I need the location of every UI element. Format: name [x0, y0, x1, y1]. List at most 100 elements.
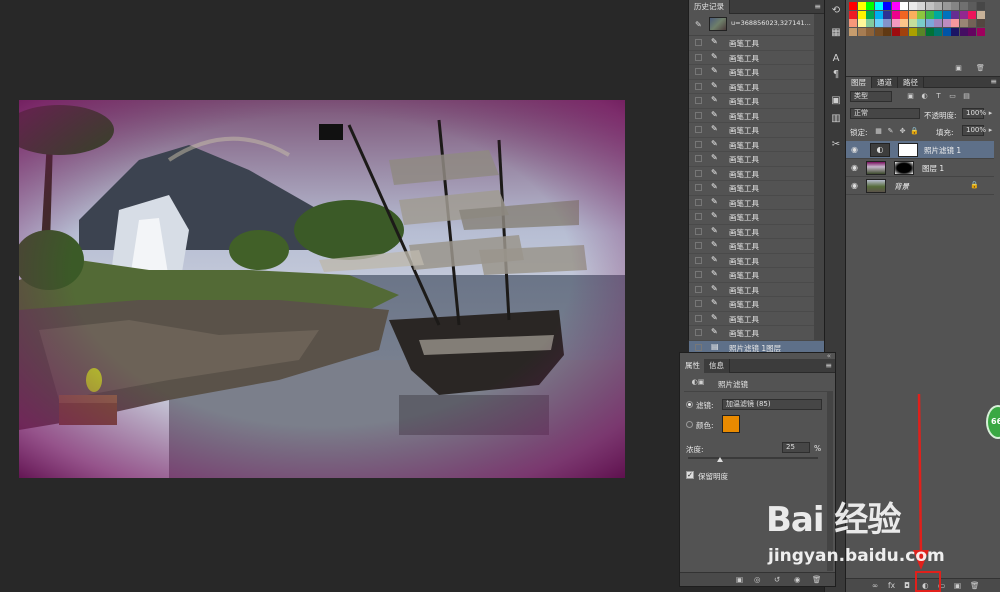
view-previous-icon[interactable]: ◎	[754, 575, 761, 584]
density-slider-thumb[interactable]	[717, 457, 723, 462]
history-item[interactable]: ✎ 画笔工具	[689, 268, 824, 283]
filter-type-icon[interactable]: T	[934, 92, 943, 101]
history-item[interactable]: ✎ 画笔工具	[689, 283, 824, 297]
history-checkbox[interactable]	[695, 227, 702, 235]
tab-channels[interactable]: 通道	[872, 77, 898, 88]
history-item[interactable]: ✎ 画笔工具	[689, 181, 824, 196]
fill-dropdown-icon[interactable]: ▸	[986, 126, 995, 135]
history-item[interactable]: ✎ 画笔工具	[689, 94, 824, 109]
filter-smart-icon[interactable]: ▤	[962, 92, 971, 101]
history-item[interactable]: ✎ 画笔工具	[689, 138, 824, 152]
tab-layers[interactable]: 图层	[846, 77, 872, 88]
tab-info[interactable]: 信息	[704, 359, 730, 373]
navigator-panel-icon[interactable]: ▣	[829, 94, 843, 108]
preserve-checkbox[interactable]: ✓	[686, 471, 694, 479]
properties-scrollbar[interactable]	[827, 391, 833, 571]
history-checkbox[interactable]	[695, 39, 702, 46]
history-snapshot[interactable]: ✎ u=368856023,327141...	[689, 14, 824, 36]
history-panel-icon[interactable]: ⟲	[829, 4, 843, 18]
swatch-grid[interactable]	[849, 2, 985, 36]
filter-adjustment-icon[interactable]: ◐	[920, 92, 929, 101]
history-brush-source-icon[interactable]: ✎	[695, 20, 702, 29]
lock-transparent-icon[interactable]: ▦	[874, 127, 883, 136]
history-checkbox[interactable]	[695, 111, 702, 119]
visibility-eye-icon[interactable]: ◉	[851, 181, 858, 190]
filter-radio[interactable]	[686, 401, 693, 408]
history-checkbox[interactable]	[695, 343, 702, 351]
pirate-ship-photo[interactable]	[19, 100, 625, 478]
history-item[interactable]: ✎ 画笔工具	[689, 225, 824, 239]
lock-position-icon[interactable]: ✥	[898, 127, 907, 136]
new-swatch-icon[interactable]: ▣	[954, 64, 963, 73]
history-item[interactable]: ✎ 画笔工具	[689, 196, 824, 210]
color-radio[interactable]	[686, 421, 693, 428]
history-item[interactable]: ✎ 画笔工具	[689, 239, 824, 254]
history-item[interactable]: ✎ 画笔工具	[689, 65, 824, 80]
visibility-eye-icon[interactable]: ◉	[851, 163, 858, 172]
history-checkbox[interactable]	[695, 242, 702, 249]
character-panel-icon[interactable]: A	[829, 52, 843, 66]
properties-menu-icon[interactable]: ≡	[825, 361, 832, 370]
layer-row-layer1[interactable]: ◉ 图层 1	[846, 159, 994, 177]
swatches-panel-icon[interactable]: ▦	[829, 26, 843, 40]
info-panel-icon[interactable]: ▥	[829, 112, 843, 126]
panel-menu-icon[interactable]: ≡	[814, 2, 821, 11]
history-checkbox[interactable]	[695, 271, 702, 278]
history-item[interactable]: ✎ 画笔工具	[689, 51, 824, 65]
opacity-dropdown-icon[interactable]: ▸	[986, 109, 995, 118]
layers-menu-icon[interactable]: ≡	[990, 77, 997, 86]
history-checkbox[interactable]	[695, 300, 702, 307]
new-layer-icon[interactable]: ▣	[954, 581, 961, 590]
history-checkbox[interactable]	[695, 314, 702, 322]
history-checkbox[interactable]	[695, 285, 702, 293]
layer-name[interactable]: 图层 1	[922, 163, 944, 174]
history-item[interactable]: ✎ 画笔工具	[689, 210, 824, 225]
filter-shape-icon[interactable]: ▭	[948, 92, 957, 101]
history-checkbox[interactable]	[695, 213, 702, 220]
density-slider-track[interactable]	[688, 457, 818, 459]
opacity-input[interactable]: 100%	[962, 108, 986, 119]
delete-layer-icon[interactable]: 🗑	[970, 581, 980, 590]
tab-properties[interactable]: 属性	[680, 359, 706, 373]
link-layers-icon[interactable]: ∞	[872, 581, 878, 590]
tab-paths[interactable]: 路径	[898, 77, 924, 88]
fill-input[interactable]: 100%	[962, 125, 986, 136]
history-checkbox[interactable]	[695, 169, 702, 177]
history-item[interactable]: ✎ 画笔工具	[689, 36, 824, 51]
layer-mask-thumbnail[interactable]	[898, 143, 918, 157]
history-checkbox[interactable]	[695, 329, 702, 336]
history-item[interactable]: ✎ 画笔工具	[689, 109, 824, 123]
density-input[interactable]: 25	[782, 442, 810, 453]
history-item[interactable]: ✎ 画笔工具	[689, 80, 824, 94]
history-item[interactable]: ✎ 画笔工具	[689, 123, 824, 138]
layer-style-icon[interactable]: fx	[888, 581, 895, 590]
add-mask-icon[interactable]: ◘	[904, 581, 910, 590]
blend-mode-select[interactable]: 正常	[850, 108, 920, 119]
paragraph-panel-icon[interactable]: ¶	[829, 68, 843, 82]
history-checkbox[interactable]	[695, 256, 702, 264]
filter-select[interactable]: 加温滤镜 (85)	[722, 399, 822, 410]
history-checkbox[interactable]	[695, 82, 702, 90]
filter-pixel-icon[interactable]: ▣	[906, 92, 915, 101]
history-checkbox[interactable]	[695, 53, 702, 61]
layer-mask-thumbnail[interactable]	[894, 161, 914, 175]
delete-swatch-icon[interactable]: 🗑	[976, 64, 985, 73]
history-scrollbar[interactable]	[814, 14, 824, 340]
layer-row-photo-filter[interactable]: ◉ ◐ 照片滤镜 1	[846, 141, 994, 159]
tool-presets-icon[interactable]: ✂	[829, 138, 843, 152]
history-item[interactable]: ✎ 画笔工具	[689, 254, 824, 268]
color-swatch[interactable]	[722, 415, 740, 433]
history-checkbox[interactable]	[695, 198, 702, 206]
history-item[interactable]: ✎ 画笔工具	[689, 152, 824, 167]
history-checkbox[interactable]	[695, 184, 702, 191]
history-checkbox[interactable]	[695, 155, 702, 162]
layer-kind-filter[interactable]: 类型	[850, 91, 892, 102]
history-item[interactable]: ✎ 画笔工具	[689, 312, 824, 326]
reset-icon[interactable]: ↺	[774, 575, 780, 584]
layer-name[interactable]: 背景	[894, 181, 909, 192]
layer-name[interactable]: 照片滤镜 1	[924, 145, 961, 156]
layer-row-background[interactable]: ◉ 背景 🔒	[846, 177, 994, 195]
history-checkbox[interactable]	[695, 68, 702, 75]
tab-history[interactable]: 历史记录	[689, 0, 730, 14]
visibility-eye-icon[interactable]: ◉	[851, 145, 858, 154]
